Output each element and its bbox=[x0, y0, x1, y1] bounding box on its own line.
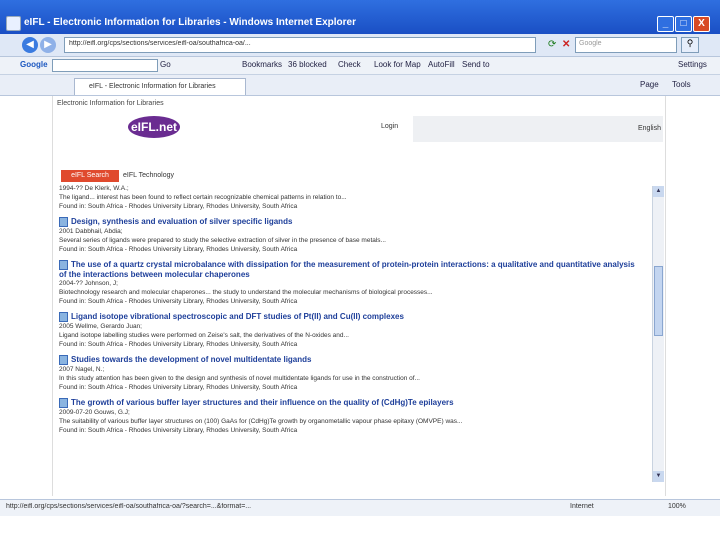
results-scrollbar[interactable]: ▲ ▼ bbox=[652, 186, 664, 482]
eifl-search-tab[interactable]: eIFL Search bbox=[61, 170, 119, 182]
google-toolbar: Google Go Bookmarks 36 blocked Check Loo… bbox=[0, 57, 720, 75]
result-author: 1994-?? De Klerk, W.A.; bbox=[59, 185, 129, 192]
send-to-button[interactable]: Send to bbox=[462, 60, 490, 69]
language-selector[interactable]: English bbox=[638, 125, 661, 132]
result-author: 2009-07-20 Gouws, G.J; bbox=[59, 409, 130, 416]
url-input[interactable]: http://eifl.org/cps/sections/services/ei… bbox=[64, 37, 536, 53]
forward-icon[interactable]: ▶ bbox=[40, 37, 56, 53]
scroll-down-icon[interactable]: ▼ bbox=[653, 471, 664, 482]
title-bar: eIFL - Electronic Information for Librar… bbox=[0, 0, 720, 34]
back-icon[interactable]: ◀ bbox=[22, 37, 38, 53]
list-item: The growth of various buffer layer struc… bbox=[59, 398, 649, 435]
result-abstract: In this study attention has been given t… bbox=[59, 375, 420, 382]
document-icon bbox=[59, 260, 68, 270]
document-icon bbox=[59, 398, 68, 408]
minimize-button[interactable]: _ bbox=[657, 16, 674, 32]
scroll-thumb[interactable] bbox=[654, 266, 663, 336]
result-source: Found in: South Africa - Rhodes Universi… bbox=[59, 427, 298, 434]
search-input[interactable]: Google bbox=[575, 37, 677, 53]
result-author: 2007 Nagel, N.; bbox=[59, 366, 105, 373]
results-list: 1994-?? De Klerk, W.A.; The ligand... in… bbox=[59, 184, 649, 484]
close-button[interactable]: X bbox=[693, 16, 710, 32]
list-item: The use of a quartz crystal microbalance… bbox=[59, 260, 649, 306]
document-icon bbox=[59, 355, 68, 365]
result-abstract: The ligand... interest has been found to… bbox=[59, 194, 347, 201]
eifl-logo[interactable]: eIFL.net bbox=[128, 116, 180, 138]
result-abstract: Several series of ligands were prepared … bbox=[59, 237, 386, 244]
security-zone: Internet bbox=[570, 503, 594, 510]
google-go-button[interactable]: Go bbox=[160, 60, 171, 69]
tab-label: eIFL - Electronic Information for Librar… bbox=[89, 83, 216, 90]
address-bar: ◀ ▶ http://eifl.org/cps/sections/service… bbox=[0, 34, 720, 57]
ie-icon bbox=[6, 16, 21, 31]
result-author: 2004-?? Johnson, J; bbox=[59, 280, 118, 287]
url-text: http://eifl.org/cps/sections/services/ei… bbox=[69, 40, 251, 47]
list-item: Studies towards the development of novel… bbox=[59, 355, 649, 392]
result-title-link[interactable]: The use of a quartz crystal microbalance… bbox=[59, 260, 644, 279]
result-title-link[interactable]: The growth of various buffer layer struc… bbox=[59, 398, 649, 408]
scroll-up-icon[interactable]: ▲ bbox=[653, 186, 664, 197]
result-title-link[interactable]: Design, synthesis and evaluation of silv… bbox=[59, 217, 649, 227]
site-title: Electronic Information for Libraries bbox=[57, 100, 164, 107]
stop-icon[interactable]: ✕ bbox=[562, 39, 570, 50]
language-box: English bbox=[413, 116, 663, 142]
search-placeholder: Google bbox=[579, 40, 602, 47]
page-content: Electronic Information for Libraries eIF… bbox=[52, 96, 666, 496]
status-bar: http://eifl.org/cps/sections/services/ei… bbox=[0, 499, 720, 516]
result-author: 2001 Dabbhail, Abdia; bbox=[59, 228, 123, 235]
refresh-icon[interactable]: ⟳ bbox=[548, 39, 556, 50]
result-source: Found in: South Africa - Rhodes Universi… bbox=[59, 298, 298, 305]
list-item: 1994-?? De Klerk, W.A.; The ligand... in… bbox=[59, 184, 649, 211]
autofill-button[interactable]: AutoFill bbox=[428, 60, 455, 69]
look-for-map-button[interactable]: Look for Map bbox=[374, 60, 421, 69]
spell-check-button[interactable]: Check bbox=[338, 60, 361, 69]
result-source: Found in: South Africa - Rhodes Universi… bbox=[59, 203, 298, 210]
result-author: 2005 Wellme, Gerardo Juan; bbox=[59, 323, 142, 330]
bookmarks-button[interactable]: Bookmarks bbox=[242, 60, 282, 69]
result-title-link[interactable]: Ligand isotope vibrational spectroscopic… bbox=[59, 312, 649, 322]
zoom-level[interactable]: 100% bbox=[668, 503, 686, 510]
popup-blocked-button[interactable]: 36 blocked bbox=[288, 60, 327, 69]
google-logo: Google bbox=[20, 60, 48, 69]
window-title: eIFL - Electronic Information for Librar… bbox=[24, 17, 356, 28]
maximize-button[interactable]: □ bbox=[675, 16, 692, 32]
document-icon bbox=[59, 312, 68, 322]
tools-menu-button[interactable]: Tools bbox=[672, 80, 691, 89]
result-abstract: Biotechnology research and molecular cha… bbox=[59, 289, 433, 296]
result-source: Found in: South Africa - Rhodes Universi… bbox=[59, 341, 298, 348]
settings-button[interactable]: Settings bbox=[678, 60, 707, 69]
page-menu-button[interactable]: Page bbox=[640, 80, 659, 89]
result-abstract: The suitability of various buffer layer … bbox=[59, 418, 463, 425]
search-icon[interactable]: ⚲ bbox=[681, 37, 699, 53]
result-title-link[interactable]: Studies towards the development of novel… bbox=[59, 355, 649, 365]
result-source: Found in: South Africa - Rhodes Universi… bbox=[59, 384, 298, 391]
list-item: Ligand isotope vibrational spectroscopic… bbox=[59, 312, 649, 349]
eifl-technology-label: eIFL Technology bbox=[123, 172, 174, 179]
result-abstract: Ligand isotope labelling studies were pe… bbox=[59, 332, 349, 339]
tab-eifl[interactable]: eIFL - Electronic Information for Librar… bbox=[74, 78, 246, 95]
document-icon bbox=[59, 217, 68, 227]
login-link[interactable]: Login bbox=[381, 123, 398, 130]
result-source: Found in: South Africa - Rhodes Universi… bbox=[59, 246, 298, 253]
list-item: Design, synthesis and evaluation of silv… bbox=[59, 217, 649, 254]
status-url: http://eifl.org/cps/sections/services/ei… bbox=[6, 503, 252, 510]
google-search-input[interactable] bbox=[52, 59, 158, 72]
tab-row: eIFL - Electronic Information for Librar… bbox=[0, 75, 720, 96]
